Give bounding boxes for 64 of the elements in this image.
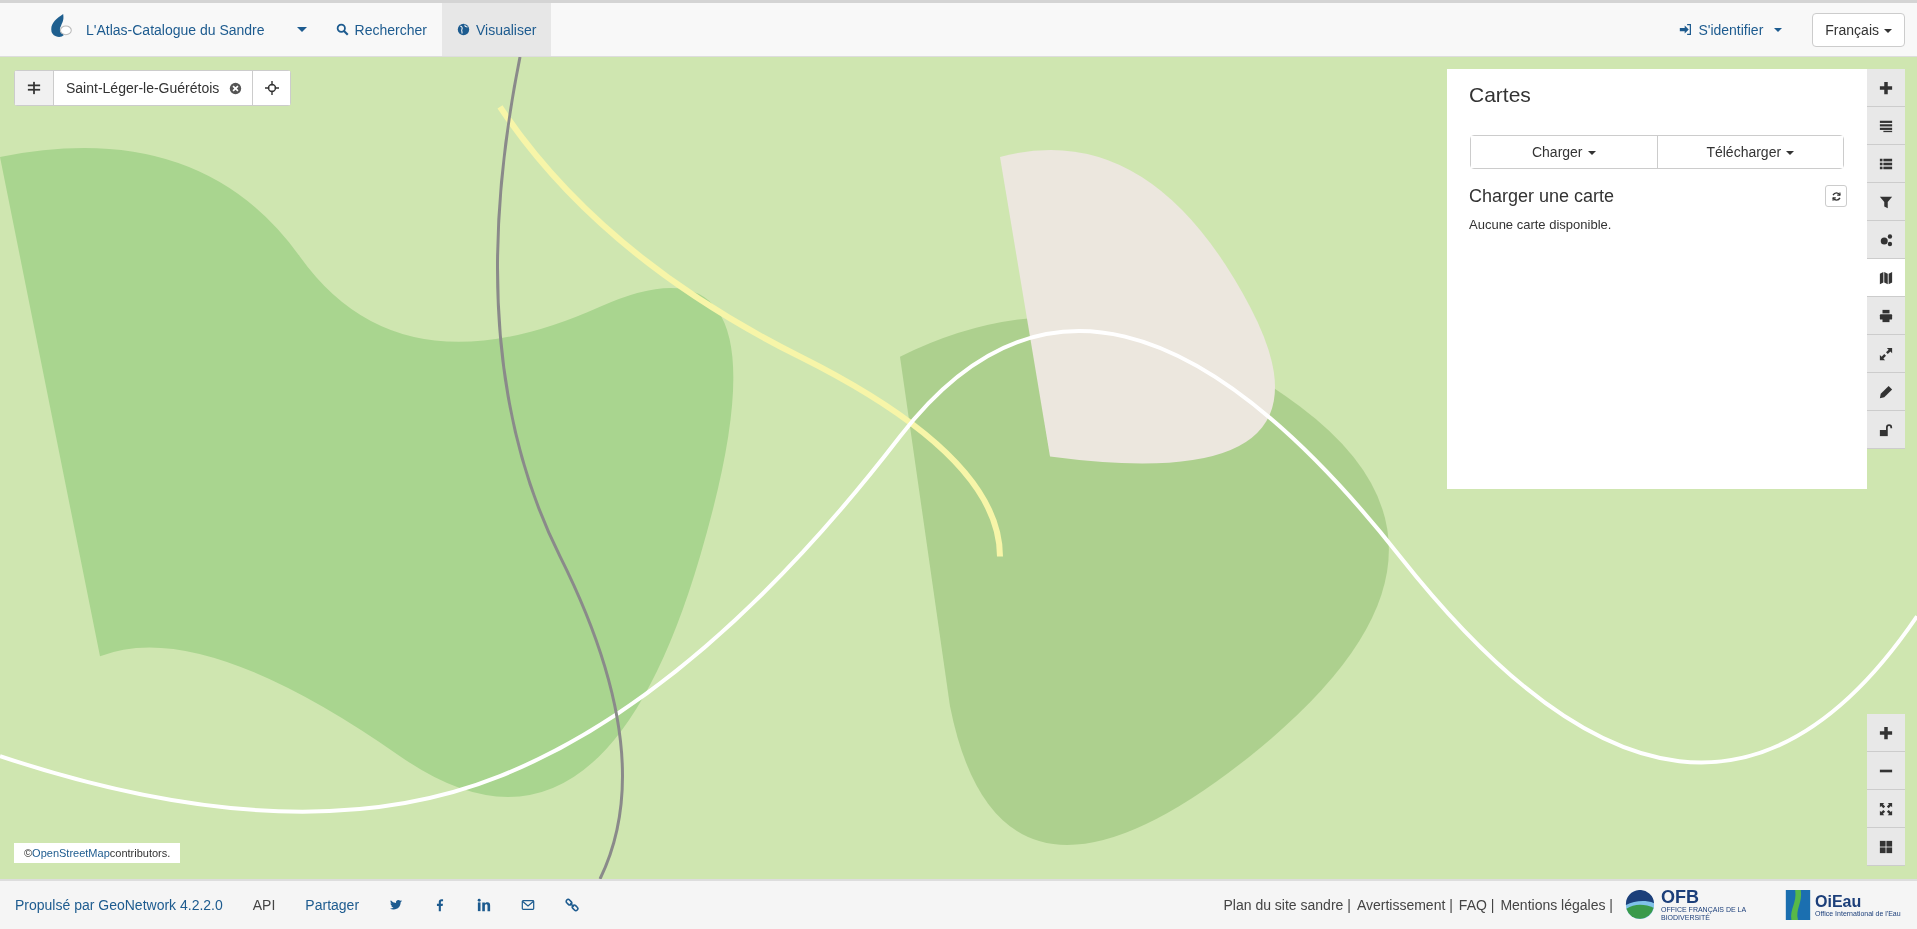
zoom-extent-button[interactable]	[1867, 790, 1905, 828]
filter-button[interactable]	[1867, 183, 1905, 221]
filter-settings-button[interactable]	[15, 71, 53, 105]
section-heading: Charger une carte	[1469, 185, 1615, 207]
footer-link[interactable]: Mentions légales |	[1500, 897, 1613, 913]
filter-icon	[1879, 194, 1893, 209]
search-icon	[335, 23, 349, 36]
expand-icon	[1879, 346, 1893, 361]
globe-icon	[456, 23, 470, 36]
language-dropdown[interactable]: Français	[1812, 12, 1905, 47]
site-title-link[interactable]: L'Atlas-Catalogue du Sandre	[86, 21, 265, 38]
maps-button[interactable]	[1867, 259, 1905, 297]
linkedin-icon[interactable]	[477, 898, 492, 912]
measure-button[interactable]	[1867, 335, 1905, 373]
share-link[interactable]: Partager	[305, 897, 360, 913]
footer-link[interactable]: Plan du site sandre |	[1223, 897, 1351, 913]
twitter-icon[interactable]	[389, 898, 404, 912]
plus-icon	[1879, 725, 1893, 740]
envelope-icon[interactable]	[521, 898, 536, 912]
list-icon	[1879, 156, 1893, 171]
footer-link[interactable]: Avertissement |	[1356, 897, 1453, 913]
attribution-text: contributors.	[109, 847, 171, 859]
lock-button[interactable]	[1867, 411, 1905, 449]
background-layer-button[interactable]	[1867, 828, 1905, 866]
sliders-icon	[27, 81, 41, 95]
biodiversity-circle-logo	[1625, 890, 1655, 920]
panel-title: Cartes	[1469, 83, 1532, 107]
map-icon	[1879, 270, 1893, 285]
printer-icon	[1879, 308, 1893, 323]
arrows-out-icon	[1879, 801, 1893, 816]
api-link[interactable]: API	[252, 897, 276, 913]
empty-message: Aucune carte disponible.	[1469, 217, 1613, 232]
sign-in-icon	[1679, 23, 1693, 36]
layers-icon	[1879, 118, 1893, 133]
powered-by-link[interactable]: Propulsé par GeoNetwork 4.2.2.0	[15, 897, 223, 913]
grid-icon	[1879, 839, 1893, 854]
attribution-text: ©	[24, 847, 33, 859]
login-dropdown[interactable]: S'identifier	[1679, 3, 1783, 56]
clear-icon[interactable]	[229, 81, 243, 95]
drop-logo-icon	[48, 12, 74, 39]
padlock-icon	[1879, 422, 1893, 437]
pencil-icon	[1879, 384, 1893, 399]
annotation-button[interactable]	[1867, 373, 1905, 411]
refresh-icon	[1830, 190, 1842, 202]
print-button[interactable]	[1867, 297, 1905, 335]
caret-icon[interactable]	[296, 27, 307, 32]
layers-button[interactable]	[1867, 107, 1905, 145]
chain-link-icon[interactable]	[565, 898, 580, 912]
footer-link[interactable]: FAQ |	[1458, 897, 1495, 913]
nav-tab[interactable]: Visualiser	[441, 3, 552, 56]
processing-button[interactable]	[1867, 221, 1905, 259]
ofb-logo-text: OFB	[1661, 888, 1700, 906]
nav-tab[interactable]: Rechercher	[320, 3, 442, 56]
dropdown-button[interactable]: Télécharger	[1656, 136, 1843, 168]
locate-button[interactable]	[252, 71, 291, 105]
zoom-in-button[interactable]	[1867, 714, 1905, 752]
openstreetmap-link[interactable]: OpenStreetMap	[32, 847, 110, 859]
water-logo-icon	[1785, 890, 1811, 920]
oieau-logo-text: OiEau	[1815, 892, 1863, 910]
crosshair-icon	[264, 81, 279, 95]
plus-icon	[1879, 80, 1893, 95]
legend-button[interactable]	[1867, 145, 1905, 183]
add-layer-button[interactable]	[1867, 69, 1905, 107]
refresh-button[interactable]	[1825, 185, 1847, 207]
